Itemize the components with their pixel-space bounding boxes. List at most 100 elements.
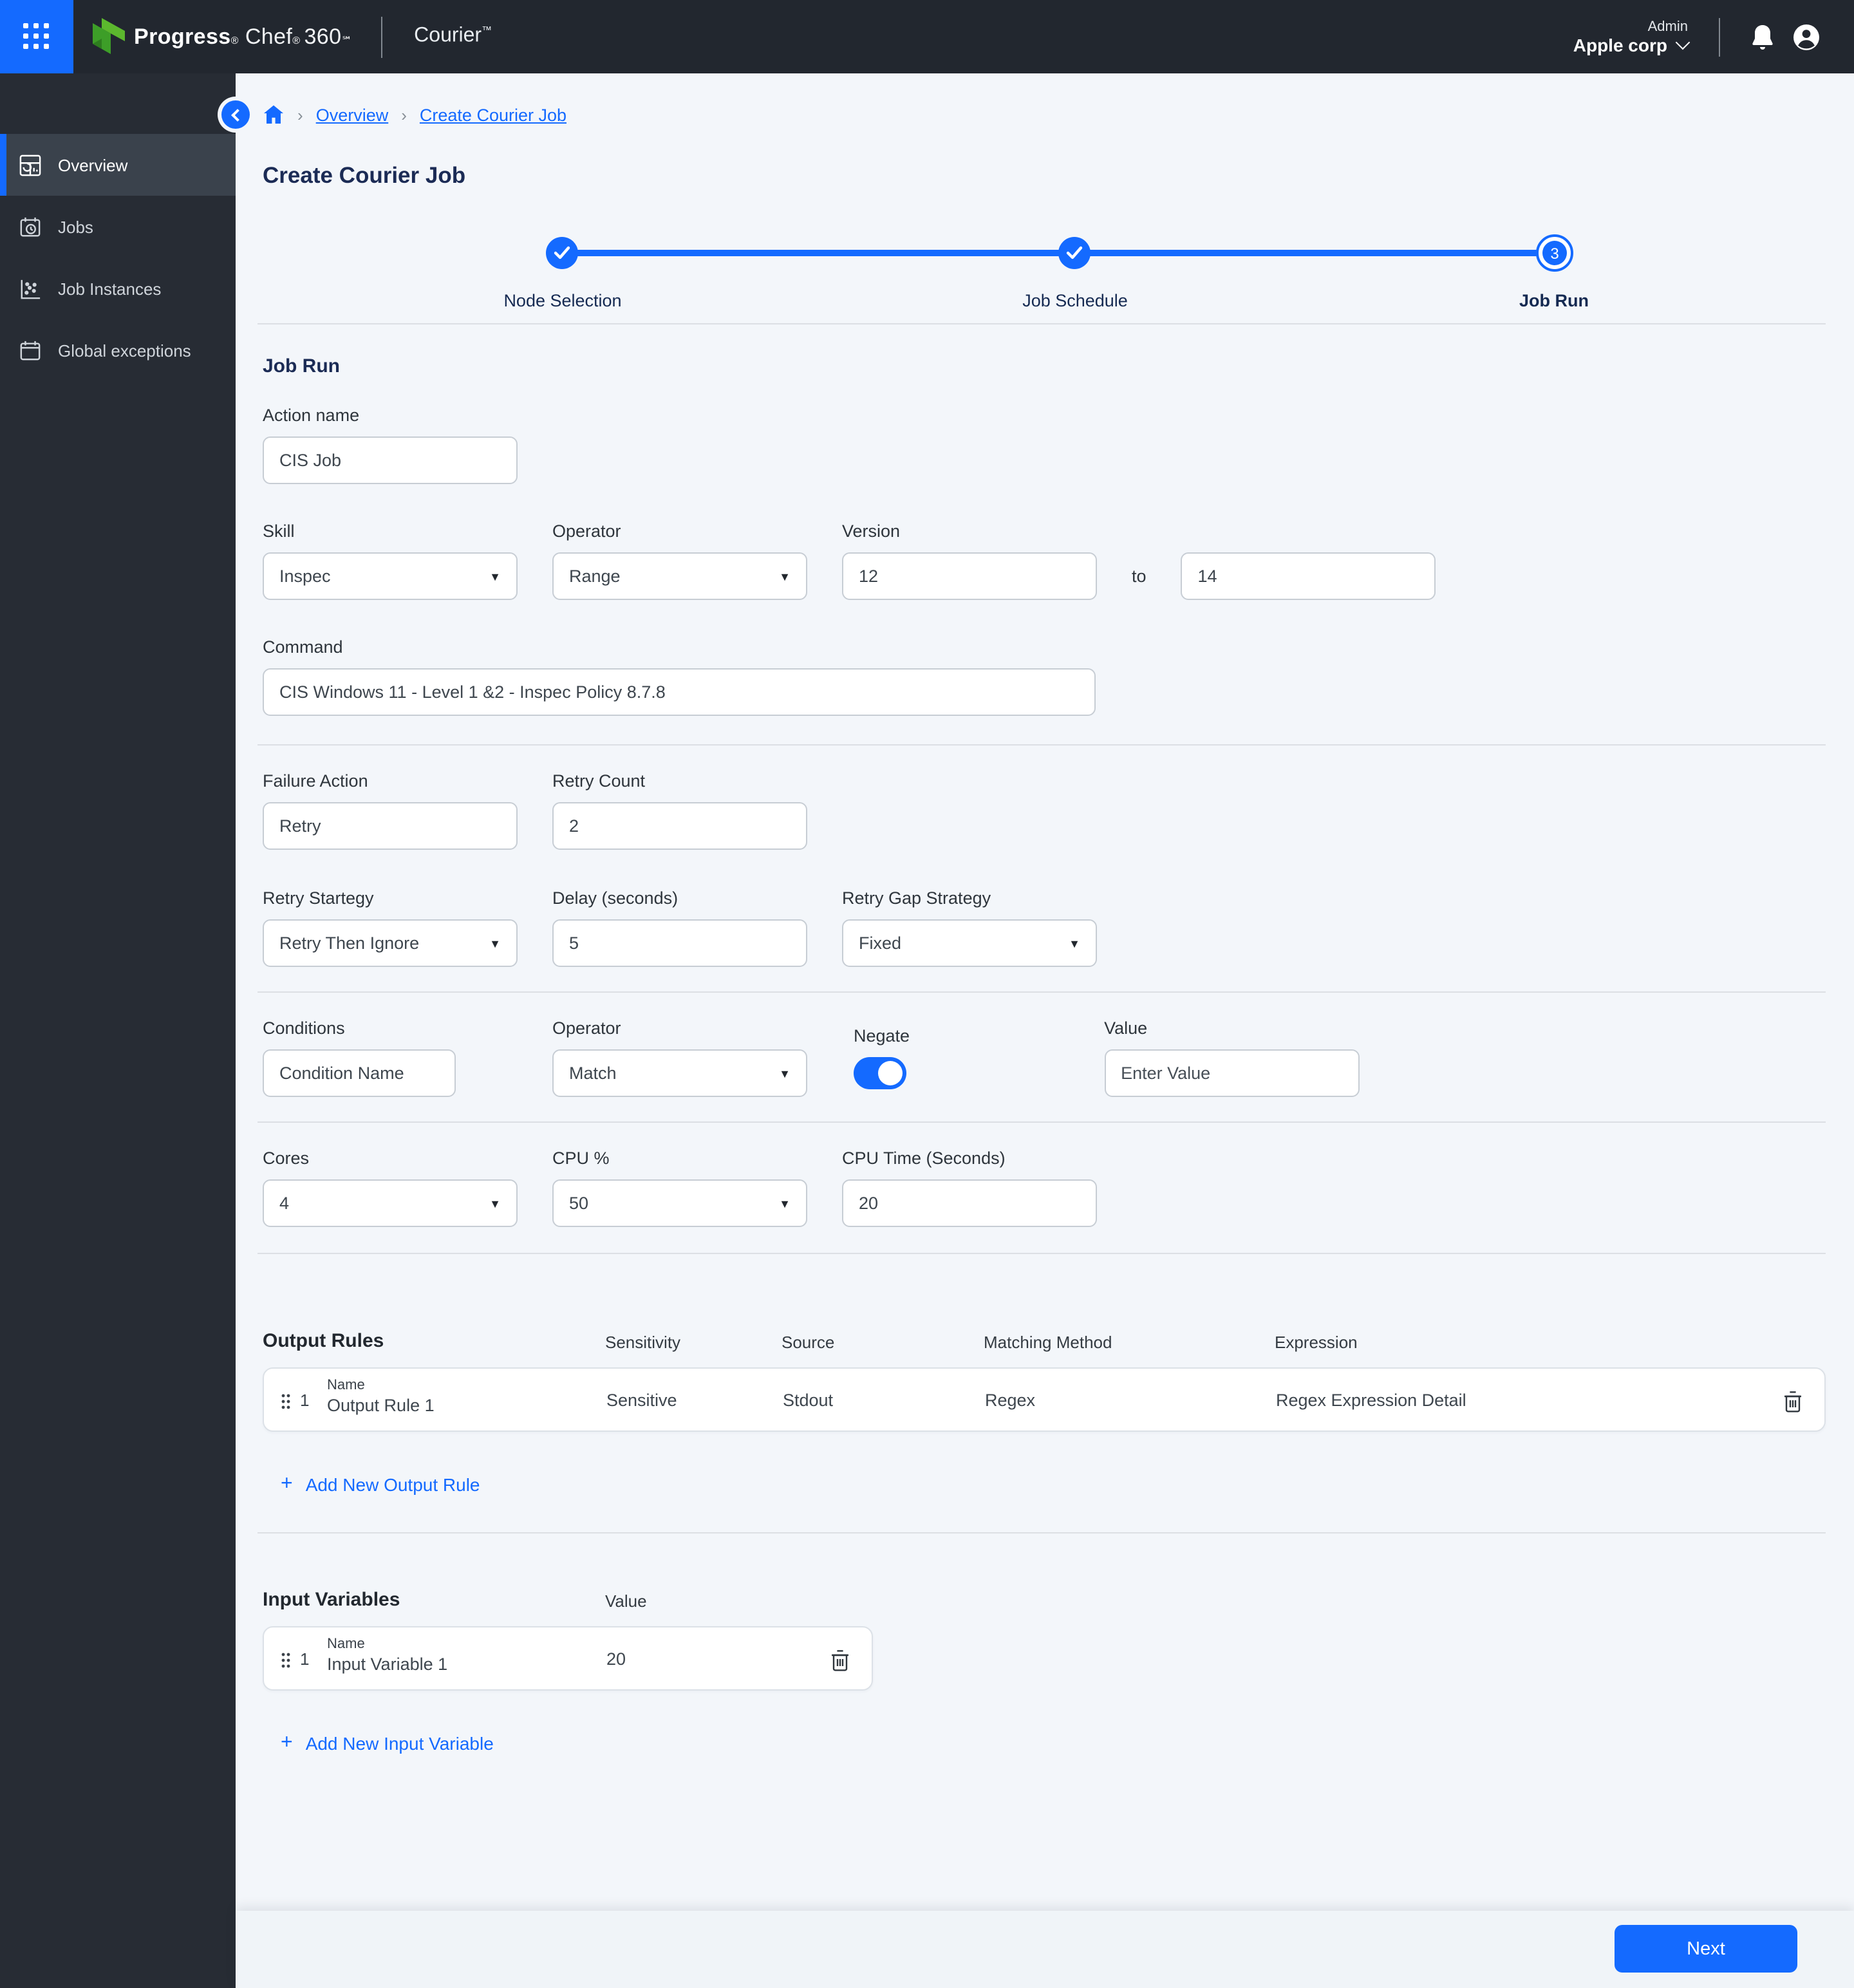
step-node-selection-circle[interactable] bbox=[546, 237, 578, 269]
add-input-variable-button[interactable]: + Add New Input Variable bbox=[281, 1732, 1826, 1755]
step-label-node-selection: Node Selection bbox=[503, 291, 622, 310]
sidebar-item-jobs[interactable]: Jobs bbox=[0, 196, 236, 258]
skill-label: Skill bbox=[263, 521, 295, 541]
col-header-source: Source bbox=[782, 1333, 835, 1352]
breadcrumb-link-overview[interactable]: Overview bbox=[316, 105, 389, 124]
calendar-clock-icon bbox=[20, 216, 41, 236]
step-job-schedule-circle[interactable] bbox=[1058, 237, 1091, 269]
chevron-left-icon bbox=[230, 108, 243, 121]
home-icon[interactable] bbox=[263, 104, 285, 125]
output-rule-expression[interactable]: Regex Expression Detail bbox=[1276, 1391, 1466, 1410]
conditions-label: Conditions bbox=[263, 1018, 345, 1038]
output-rule-sensitivity[interactable]: Sensitive bbox=[606, 1391, 677, 1410]
row-index: 1 bbox=[300, 1391, 310, 1410]
cond-operator-label: Operator bbox=[552, 1018, 621, 1038]
output-rules-header: Output Rules Sensitivity Source Matching… bbox=[263, 1326, 1826, 1352]
input-variables-title: Input Variables bbox=[263, 1589, 400, 1611]
sidebar: Overview Jobs Job Instances Global excep… bbox=[0, 73, 236, 1988]
brand-360: 360 bbox=[304, 24, 342, 48]
cpu-time-label: CPU Time (Seconds) bbox=[842, 1149, 1006, 1168]
action-name-input[interactable] bbox=[263, 436, 518, 484]
org-switcher[interactable]: Apple corp bbox=[1573, 34, 1690, 55]
org-name: Apple corp bbox=[1573, 34, 1667, 55]
cpu-time-input[interactable] bbox=[842, 1179, 1097, 1227]
trash-icon bbox=[1784, 1391, 1801, 1412]
select-caret-icon: ▼ bbox=[489, 570, 501, 583]
output-rule-name[interactable]: Output Rule 1 bbox=[327, 1396, 435, 1415]
retry-gap-strategy-select[interactable]: Fixed ▼ bbox=[842, 919, 1097, 967]
bell-icon bbox=[1752, 24, 1773, 49]
delete-input-variable-button[interactable] bbox=[825, 1646, 854, 1674]
sidebar-item-label: Job Instances bbox=[58, 279, 162, 298]
sidebar-collapse-button[interactable] bbox=[221, 100, 250, 129]
cond-operator-select[interactable]: Match ▼ bbox=[552, 1049, 807, 1097]
app-launcher-button[interactable] bbox=[0, 0, 73, 73]
add-output-rule-button[interactable]: + Add New Output Rule bbox=[281, 1473, 1826, 1496]
action-name-label: Action name bbox=[263, 406, 360, 425]
select-caret-icon: ▼ bbox=[489, 1197, 501, 1210]
cores-select[interactable]: 4 ▼ bbox=[263, 1179, 518, 1227]
row-name-label: Name bbox=[327, 1378, 365, 1393]
select-caret-icon: ▼ bbox=[1069, 937, 1080, 950]
delete-output-rule-button[interactable] bbox=[1778, 1387, 1806, 1415]
delay-label: Delay (seconds) bbox=[552, 888, 679, 908]
version-from-input[interactable] bbox=[842, 552, 1097, 600]
output-rule-matching-method[interactable]: Regex bbox=[985, 1391, 1035, 1410]
sidebar-item-job-instances[interactable]: Job Instances bbox=[0, 258, 236, 319]
negate-toggle[interactable] bbox=[854, 1057, 906, 1089]
notifications-button[interactable] bbox=[1741, 15, 1784, 59]
step-label-job-run: Job Run bbox=[1519, 291, 1589, 310]
col-header-matching-method: Matching Method bbox=[984, 1333, 1112, 1352]
sidebar-item-overview[interactable]: Overview bbox=[0, 134, 236, 196]
output-rule-source[interactable]: Stdout bbox=[783, 1391, 833, 1410]
account-button[interactable] bbox=[1784, 15, 1828, 59]
failure-action-input[interactable] bbox=[263, 802, 518, 850]
cpu-pct-select[interactable]: 50 ▼ bbox=[552, 1179, 807, 1227]
skill-select[interactable]: Inspec ▼ bbox=[263, 552, 518, 600]
section-title-job-run: Job Run bbox=[263, 355, 340, 377]
version-to-label: to bbox=[1132, 567, 1147, 586]
col-header-expression: Expression bbox=[1275, 1333, 1358, 1352]
drag-handle-icon[interactable] bbox=[281, 1652, 291, 1669]
col-header-value: Value bbox=[605, 1591, 647, 1611]
breadcrumb: › Overview › Create Courier Job bbox=[263, 102, 1826, 127]
retry-strategy-label: Retry Startegy bbox=[263, 888, 374, 908]
check-icon bbox=[554, 246, 570, 259]
user-role: Admin bbox=[1647, 19, 1688, 34]
step-number: 3 bbox=[1542, 241, 1567, 265]
input-variable-value[interactable]: 20 bbox=[606, 1649, 626, 1669]
version-to-input[interactable] bbox=[1181, 552, 1436, 600]
header-divider bbox=[380, 16, 382, 57]
drag-handle-icon[interactable] bbox=[281, 1393, 291, 1410]
command-input[interactable] bbox=[263, 668, 1096, 716]
retry-gap-strategy-label: Retry Gap Strategy bbox=[842, 888, 991, 908]
page-title: Create Courier Job bbox=[263, 162, 466, 188]
sidebar-item-global-exceptions[interactable]: Global exceptions bbox=[0, 319, 236, 381]
delay-input[interactable] bbox=[552, 919, 807, 967]
retry-strategy-select[interactable]: Retry Then Ignore ▼ bbox=[263, 919, 518, 967]
row-name-label: Name bbox=[327, 1636, 365, 1652]
next-button[interactable]: Next bbox=[1615, 1925, 1797, 1973]
brand-logo: Progress ® Chef ® 360 ℠ bbox=[90, 17, 352, 56]
header-divider bbox=[1719, 17, 1720, 56]
value-input[interactable] bbox=[1104, 1049, 1360, 1097]
app-root: Progress ® Chef ® 360 ℠ Courier™ Admin Appl… bbox=[0, 0, 1854, 1988]
value-label: Value bbox=[1104, 1018, 1148, 1038]
select-caret-icon: ▼ bbox=[779, 570, 791, 583]
operator-label: Operator bbox=[552, 521, 621, 541]
plus-icon: + bbox=[281, 1732, 293, 1754]
breadcrumb-link-create-courier-job[interactable]: Create Courier Job bbox=[420, 105, 566, 124]
app-grid-icon bbox=[23, 23, 50, 50]
stepper: 3 Node Selection Job Schedule Job Run bbox=[258, 224, 1826, 324]
condition-name-input[interactable] bbox=[263, 1049, 456, 1097]
calendar-icon bbox=[20, 340, 41, 360]
retry-count-input[interactable] bbox=[552, 802, 807, 850]
breadcrumb-separator: › bbox=[401, 105, 407, 124]
product-name: Courier™ bbox=[414, 24, 492, 48]
output-rule-row: 1 Name Output Rule 1 Sensitive Stdout Re… bbox=[263, 1367, 1826, 1432]
select-caret-icon: ▼ bbox=[779, 1197, 791, 1210]
step-job-run-circle[interactable]: 3 bbox=[1536, 234, 1573, 272]
input-variable-name[interactable]: Input Variable 1 bbox=[327, 1655, 447, 1674]
operator-select[interactable]: Range ▼ bbox=[552, 552, 807, 600]
command-label: Command bbox=[263, 637, 343, 657]
